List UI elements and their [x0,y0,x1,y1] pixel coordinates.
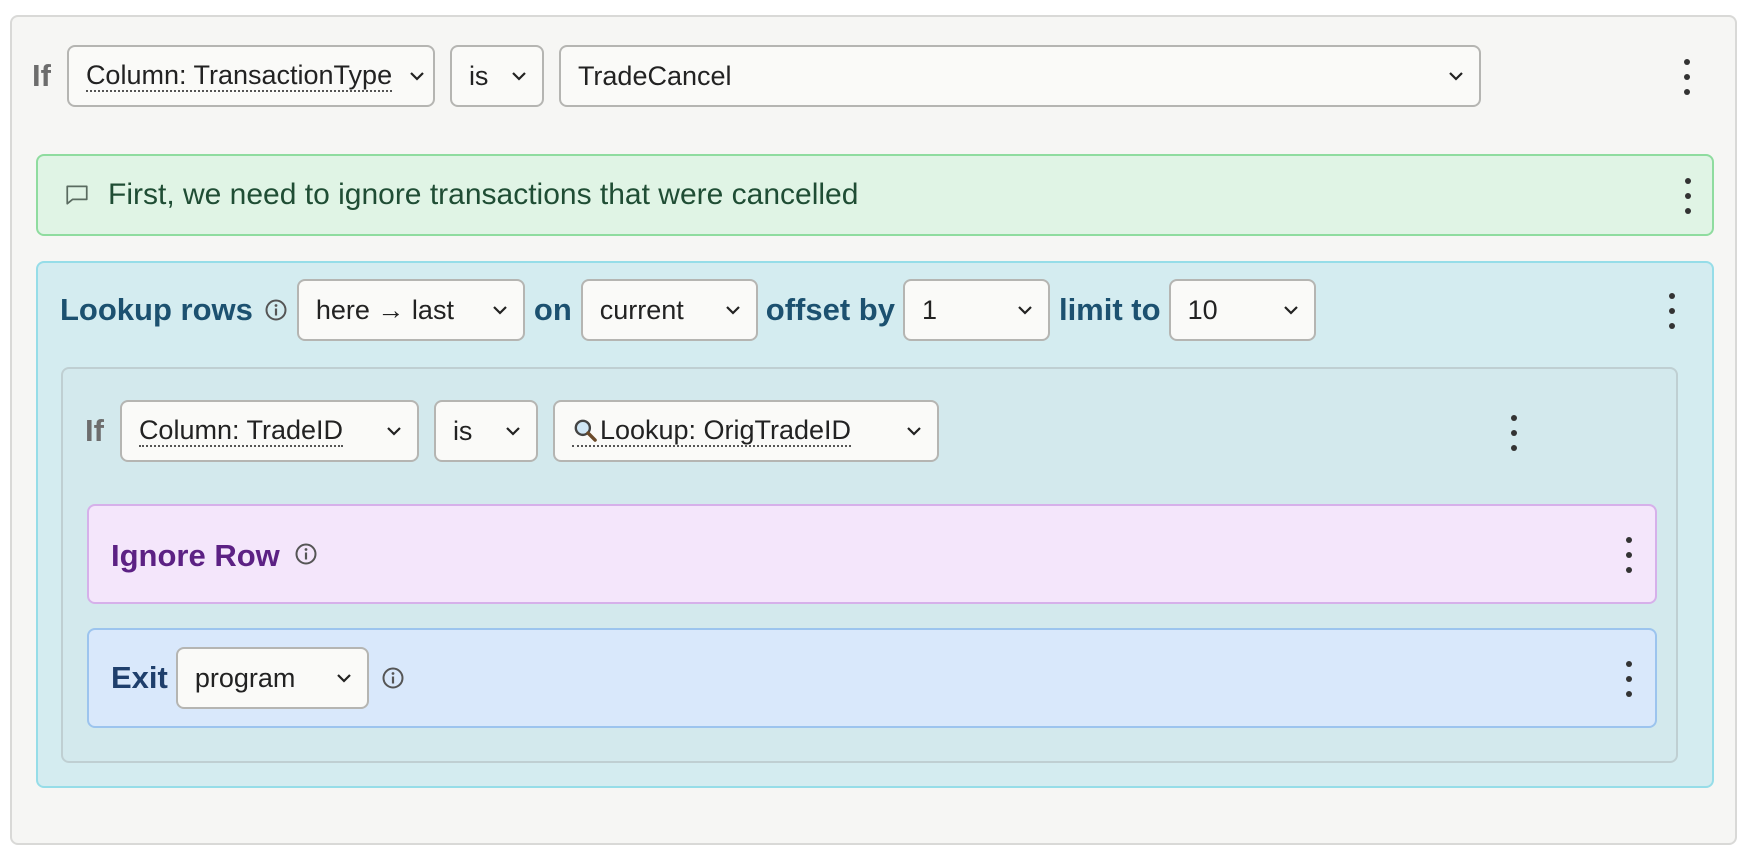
chevron-down-icon [410,71,424,81]
ignore-row-menu-button[interactable] [1619,537,1639,573]
chevron-down-icon [506,426,520,436]
range-select-value: here → last [315,294,454,325]
chevron-down-icon [337,673,351,683]
lookup-label: Lookup rows [60,292,253,327]
chevron-down-icon [907,426,921,436]
comment-block: First, we need to ignore transactions th… [36,154,1714,236]
if-label: If [32,58,51,93]
column-select[interactable]: Column: TransactionType [66,45,435,107]
lookup-row: Lookup rows here → last on current offse… [60,278,1316,342]
inner-operator-select[interactable]: is [433,400,538,462]
limit-label: limit to [1058,292,1161,327]
info-icon[interactable] [264,298,288,322]
exit-menu-button[interactable] [1619,661,1639,697]
exit-select-value: program [194,662,296,693]
chevron-down-icon [512,71,526,81]
inner-column-select[interactable]: Column: TradeID [119,400,419,462]
if-rule-row: If Column: TransactionType is TradeCance… [32,44,1481,108]
comment-icon [66,185,88,205]
lookup-block: Lookup rows here → last on current offse… [36,261,1714,788]
operator-select[interactable]: is [449,45,544,107]
rule-panel: If Column: TransactionType is TradeCance… [10,15,1737,845]
value-select-value: TradeCancel [577,60,732,91]
comment-menu-button[interactable] [1678,178,1698,214]
exit-row: Exit program [111,646,405,710]
magnifier-icon [574,419,597,442]
chevron-down-icon [1018,305,1032,315]
offset-label: offset by [765,292,895,327]
inner-column-select-value: Column: TradeID [138,414,344,447]
exit-label: Exit [111,660,168,695]
lookup-menu-button[interactable] [1662,293,1682,329]
operator-select-value: is [468,60,489,91]
chevron-down-icon [1283,305,1298,315]
inner-value-select-value: Lookup: OrigTradeID [599,414,852,445]
inner-operator-select-value: is [452,415,473,446]
inner-if-label: If [85,413,104,448]
chevron-down-icon [387,426,401,436]
chevron-down-icon [725,305,740,315]
offset-select-value: 1 [921,294,937,325]
exit-block: Exit program [87,628,1657,728]
limit-select[interactable]: 10 [1168,279,1316,341]
limit-select-value: 10 [1187,294,1218,325]
info-icon[interactable] [294,542,318,566]
range-select[interactable]: here → last [296,279,525,341]
on-select-value: current [599,294,684,325]
rule-menu-button[interactable] [1677,59,1697,95]
info-icon[interactable] [381,666,405,690]
chevron-down-icon [493,305,507,315]
ignore-row-label: Ignore Row [111,538,280,573]
column-select-value: Column: TransactionType [85,59,393,92]
exit-select[interactable]: program [175,647,369,709]
inner-if-row: If Column: TradeID is Lookup: OrigTradeI… [85,399,939,463]
inner-value-select-content: Lookup: OrigTradeID [571,414,852,447]
inner-if-block: If Column: TradeID is Lookup: OrigTradeI… [61,367,1678,763]
inner-value-select[interactable]: Lookup: OrigTradeID [552,400,939,462]
comment-text: First, we need to ignore transactions th… [108,178,859,211]
ignore-row-block: Ignore Row [87,504,1657,604]
inner-if-menu-button[interactable] [1504,415,1524,451]
on-select[interactable]: current [580,279,758,341]
offset-select[interactable]: 1 [902,279,1050,341]
chevron-down-icon [1449,71,1463,81]
value-select[interactable]: TradeCancel [558,45,1481,107]
on-label: on [533,292,572,327]
